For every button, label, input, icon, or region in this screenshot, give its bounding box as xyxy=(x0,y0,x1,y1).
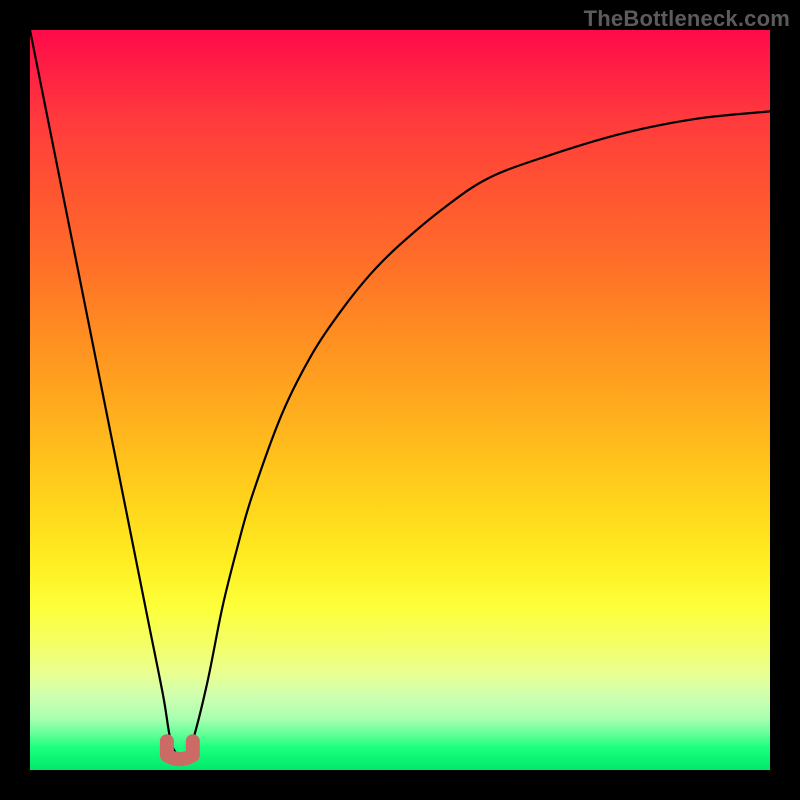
bottleneck-curve xyxy=(30,30,770,770)
curve-path xyxy=(30,30,770,757)
plot-area xyxy=(30,30,770,770)
chart-frame: TheBottleneck.com xyxy=(0,0,800,800)
min-marker xyxy=(167,741,193,759)
watermark-text: TheBottleneck.com xyxy=(584,6,790,32)
